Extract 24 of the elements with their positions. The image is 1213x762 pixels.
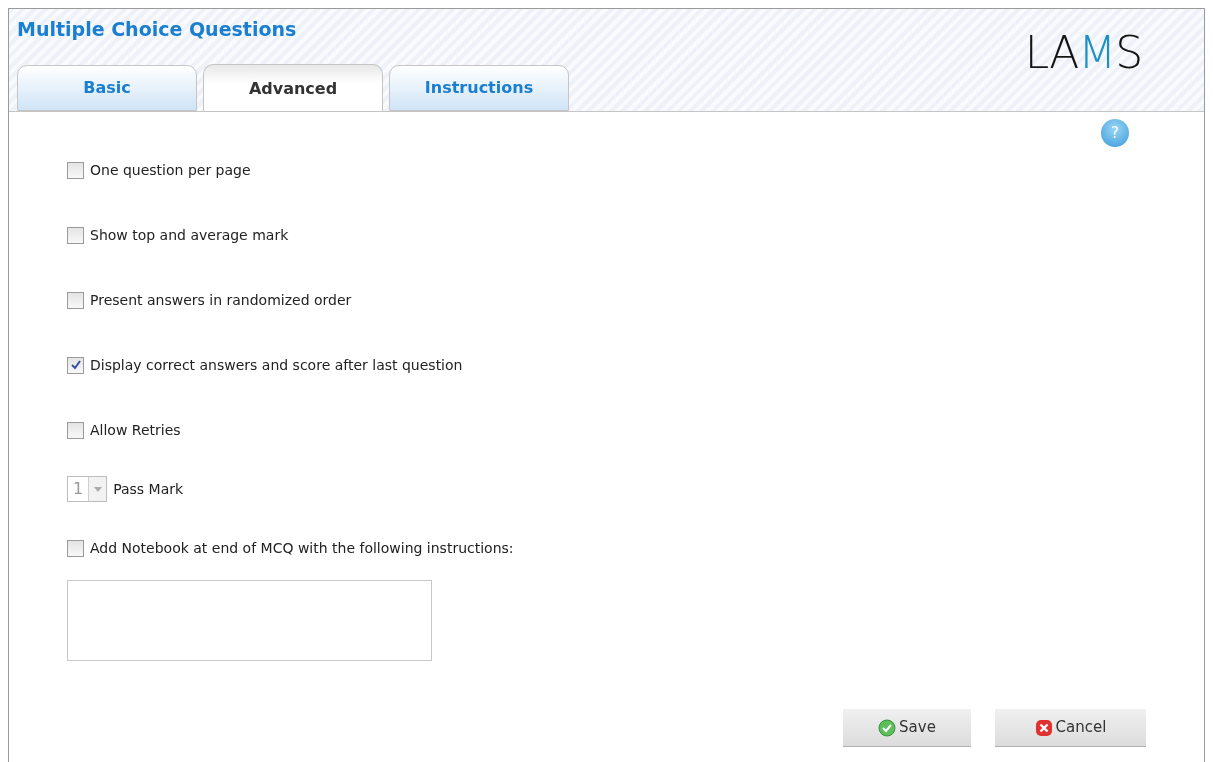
window-title: Multiple Choice Questions — [17, 17, 298, 42]
tab[interactable]: Advanced — [203, 64, 383, 112]
option-label: Pass Mark — [113, 479, 184, 499]
close-icon — [1034, 718, 1053, 737]
option-label: Add Notebook at end of MCQ with the following instructions: — [90, 538, 514, 558]
checkbox[interactable] — [67, 291, 84, 309]
tab[interactable]: Basic — [17, 65, 197, 111]
checkbox[interactable] — [67, 161, 84, 179]
option-label: Present answers in randomized order — [90, 290, 352, 310]
option-label: One question per page — [90, 160, 251, 180]
caret-icon — [93, 486, 102, 492]
option-label: Display correct answers and score after last question — [90, 355, 463, 375]
checkbox[interactable] — [67, 539, 84, 557]
option-label: Show top and average mark — [90, 225, 289, 245]
logo: LAMS — [1024, 31, 1142, 75]
checkbox[interactable] — [67, 421, 84, 439]
save-button[interactable]: Save — [843, 709, 971, 747]
check-icon — [878, 718, 897, 737]
checkbox[interactable] — [67, 226, 84, 244]
checkbox[interactable] — [67, 356, 84, 374]
tab[interactable]: Instructions — [389, 65, 569, 111]
option-label: Allow Retries — [90, 420, 181, 440]
notebook-instructions-field[interactable] — [67, 580, 432, 661]
cancel-button[interactable]: Cancel — [995, 709, 1146, 747]
